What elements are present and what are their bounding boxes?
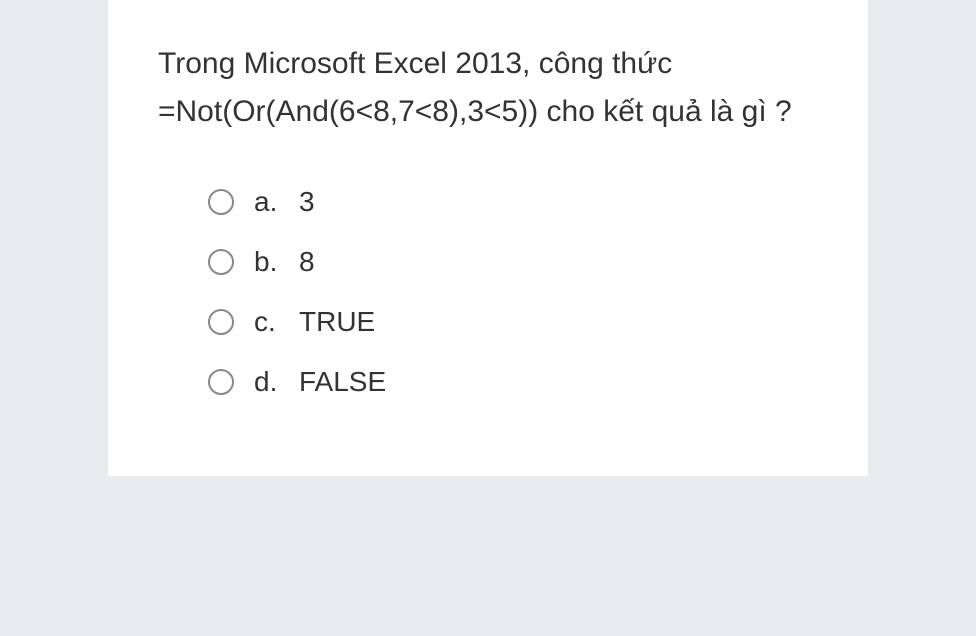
option-letter: a. — [254, 186, 299, 218]
radio-icon[interactable] — [208, 189, 234, 215]
radio-icon[interactable] — [208, 309, 234, 335]
options-list: a. 3 b. 8 c. TRUE d. FALSE — [158, 186, 818, 398]
radio-icon[interactable] — [208, 369, 234, 395]
option-c[interactable]: c. TRUE — [208, 306, 818, 338]
option-value: FALSE — [299, 366, 386, 398]
question-card: Trong Microsoft Excel 2013, công thức =N… — [108, 0, 868, 476]
option-letter: c. — [254, 306, 299, 338]
option-b[interactable]: b. 8 — [208, 246, 818, 278]
option-value: TRUE — [299, 306, 375, 338]
option-letter: b. — [254, 246, 299, 278]
option-letter: d. — [254, 366, 299, 398]
option-d[interactable]: d. FALSE — [208, 366, 818, 398]
radio-icon[interactable] — [208, 249, 234, 275]
question-text: Trong Microsoft Excel 2013, công thức =N… — [158, 40, 818, 136]
option-a[interactable]: a. 3 — [208, 186, 818, 218]
option-value: 8 — [299, 246, 315, 278]
option-value: 3 — [299, 186, 315, 218]
